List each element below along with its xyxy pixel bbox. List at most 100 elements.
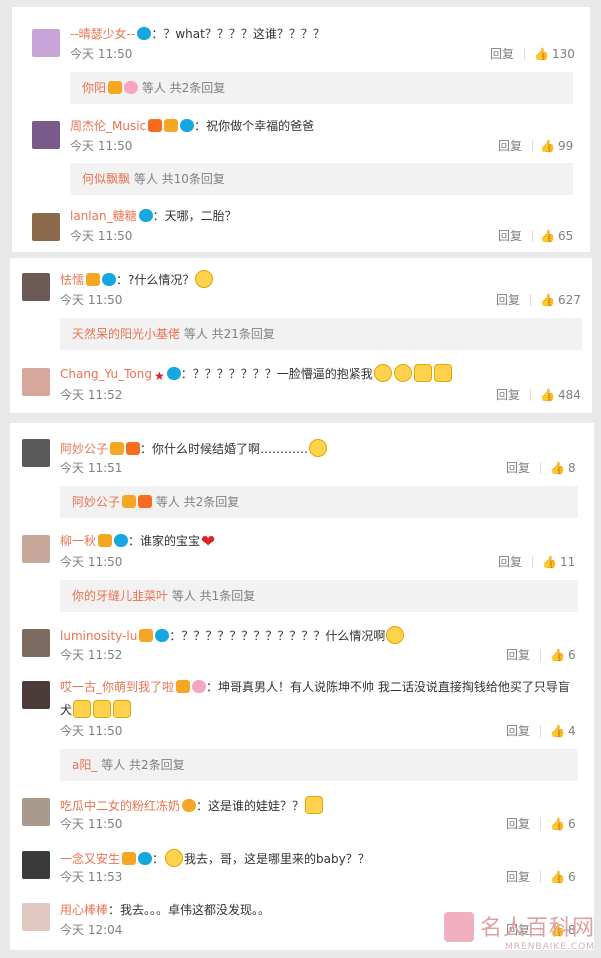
- shocked-emoji-icon: [386, 626, 405, 644]
- avatar[interactable]: [32, 213, 60, 241]
- verified-icon: [148, 119, 163, 132]
- comment-text: 天哪，二胎？: [164, 209, 237, 223]
- comment-text: 这是谁的娃娃？？: [208, 799, 305, 813]
- like-count: 6: [568, 817, 576, 831]
- reply-button[interactable]: 回复: [496, 292, 520, 308]
- avatar[interactable]: [22, 439, 50, 467]
- reply-button[interactable]: 回复: [506, 816, 530, 832]
- username-link[interactable]: --晴瑟少女--: [70, 27, 135, 41]
- divider: [540, 725, 541, 737]
- reply-button[interactable]: 回复: [498, 228, 522, 244]
- reply-user-link[interactable]: 阿妙公子: [72, 495, 120, 509]
- username-link[interactable]: 怯懦: [60, 273, 84, 287]
- like-button[interactable]: 👍 6: [550, 647, 576, 663]
- reply-button[interactable]: 回复: [498, 138, 522, 154]
- vip-icon: [176, 680, 191, 693]
- watermark: 名人百科网 MRENBAIKE.COM: [443, 910, 595, 952]
- username-link[interactable]: 用心棒棒: [60, 903, 108, 917]
- like-count: 484: [558, 388, 581, 402]
- thumbs-up-icon: 👍: [540, 229, 555, 243]
- username-link[interactable]: 哎一古_你萌到我了啦: [60, 680, 174, 694]
- like-button[interactable]: 👍 130: [534, 46, 575, 62]
- like-button[interactable]: 👍 6: [550, 869, 576, 885]
- fan-icon: [155, 629, 170, 642]
- reply-button[interactable]: 回复: [506, 869, 530, 885]
- reply-user-link[interactable]: 你阳: [82, 81, 106, 95]
- username-link[interactable]: 周杰伦_Music: [70, 119, 146, 133]
- watermark-domain: MRENBAIKE.COM: [504, 942, 595, 952]
- reply-button[interactable]: 回复: [506, 460, 530, 476]
- avatar[interactable]: [22, 535, 50, 563]
- avatar[interactable]: [32, 29, 60, 57]
- like-button[interactable]: 👍 11: [542, 554, 575, 570]
- reply-summary[interactable]: a阳_ 等人 共2条回复: [60, 749, 578, 781]
- like-button[interactable]: 👍 6: [550, 816, 576, 832]
- thumbs-up-icon: 👍: [550, 870, 565, 884]
- comment-text: 祝你做个幸福的爸爸: [206, 119, 315, 133]
- reply-user-link[interactable]: 天然呆的阳光小基佬: [72, 327, 180, 341]
- like-button[interactable]: 👍 4: [550, 723, 576, 739]
- comment-text: 谁家的宝宝: [140, 534, 201, 548]
- reply-button[interactable]: 回复: [506, 647, 530, 663]
- username-link[interactable]: 吃瓜中二女的粉红冻奶: [60, 799, 180, 813]
- cat-emoji-icon: [413, 364, 432, 382]
- colon: ：: [128, 534, 141, 548]
- timestamp: 今天 11:50: [60, 817, 123, 831]
- comment-text: 坤哥真男人！有人说陈坤不帅 我二话没说直接掏钱给他买了只导盲: [218, 680, 570, 694]
- thumbs-up-icon: 👍: [542, 555, 557, 569]
- fan-icon: [102, 273, 117, 286]
- username-link[interactable]: 一念又安生: [60, 852, 120, 866]
- like-count: 8: [568, 461, 576, 475]
- like-count: 4: [568, 724, 576, 738]
- smile-emoji-icon: [373, 364, 392, 382]
- username-link[interactable]: lanlan_糖糖: [70, 209, 137, 223]
- comment-text: ？？？？？？？一脸懵逼的抱紧我: [192, 367, 373, 381]
- divider: [540, 649, 541, 661]
- like-button[interactable]: 👍 8: [550, 460, 576, 476]
- like-count: 130: [552, 47, 575, 61]
- timestamp: 今天 11:50: [60, 724, 123, 738]
- timestamp: 今天 11:50: [60, 555, 123, 569]
- like-button[interactable]: 👍 627: [540, 292, 581, 308]
- avatar[interactable]: [22, 368, 50, 396]
- username-link[interactable]: 阿妙公子: [60, 442, 108, 456]
- avatar[interactable]: [32, 121, 60, 149]
- avatar[interactable]: [22, 629, 50, 657]
- like-button[interactable]: 👍 99: [540, 138, 573, 154]
- comment-text: 我去，哥，这是哪里来的baby？？: [184, 852, 370, 866]
- like-button[interactable]: 👍 65: [540, 228, 573, 244]
- divider: [540, 818, 541, 830]
- username-link[interactable]: luminosity-lu: [60, 629, 137, 643]
- reply-summary[interactable]: 你阳 等人 共2条回复: [70, 72, 573, 104]
- smile-emoji-icon: [393, 364, 412, 382]
- timestamp: 今天 11:52: [60, 648, 123, 662]
- avatar[interactable]: [22, 681, 50, 709]
- timestamp: 今天 11:50: [70, 47, 133, 61]
- cat-emoji-icon: [113, 700, 132, 718]
- reply-summary[interactable]: 阿妙公子 等人 共2条回复: [60, 486, 578, 518]
- shocked-emoji-icon: [195, 270, 214, 288]
- avatar[interactable]: [22, 273, 50, 301]
- vip-icon: [108, 81, 123, 94]
- cat-emoji-icon: [73, 700, 92, 718]
- reply-summary[interactable]: 何似飘飘 等人 共10条回复: [70, 163, 573, 195]
- avatar[interactable]: [22, 903, 50, 931]
- reply-user-link[interactable]: a阳_: [72, 758, 97, 772]
- avatar[interactable]: [22, 851, 50, 879]
- username-link[interactable]: Chang_Yu_Tong: [60, 367, 152, 381]
- reply-button[interactable]: 回复: [490, 46, 514, 62]
- comment-text-continued: 犬: [60, 703, 73, 717]
- reply-button[interactable]: 回复: [498, 554, 522, 570]
- reply-button[interactable]: 回复: [506, 723, 530, 739]
- reply-summary[interactable]: 你的牙缝儿韭菜叶 等人 共1条回复: [60, 580, 578, 612]
- reply-summary-text: 等人 共1条回复: [171, 589, 256, 603]
- avatar[interactable]: [22, 798, 50, 826]
- reply-button[interactable]: 回复: [496, 387, 520, 403]
- username-link[interactable]: 柳一秋: [60, 534, 96, 548]
- reply-user-link[interactable]: 你的牙缝儿韭菜叶: [72, 589, 168, 603]
- like-count: 99: [558, 139, 574, 153]
- like-button[interactable]: 👍 484: [540, 387, 581, 403]
- reply-summary[interactable]: 天然呆的阳光小基佬 等人 共21条回复: [60, 318, 582, 350]
- divider: [530, 294, 531, 306]
- reply-user-link[interactable]: 何似飘飘: [82, 172, 130, 186]
